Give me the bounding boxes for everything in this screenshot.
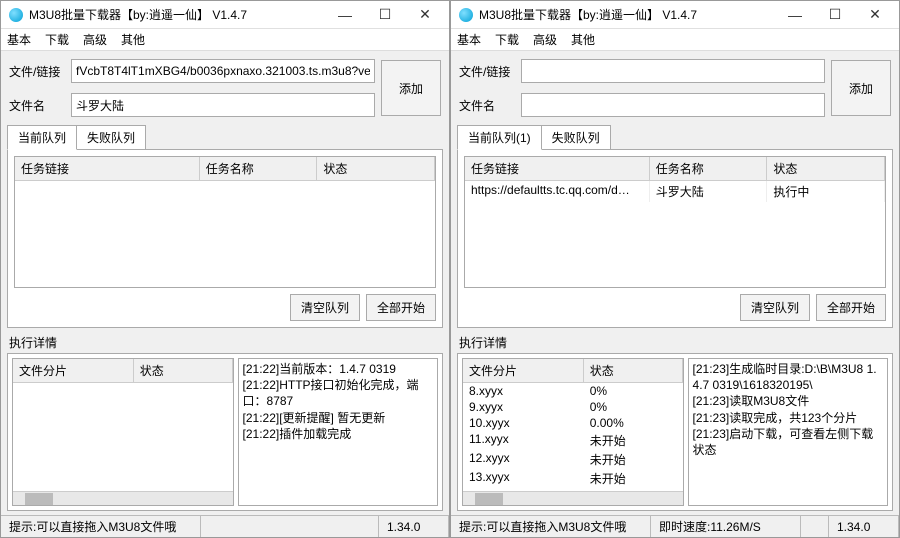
exec-details-label: 执行详情 bbox=[459, 334, 891, 351]
start-all-button[interactable]: 全部开始 bbox=[816, 294, 886, 321]
col-chunk-name: 文件分片 bbox=[463, 359, 584, 383]
chunk-header: 文件分片 状态 bbox=[13, 359, 233, 383]
app-window-left: M3U8批量下载器【by:逍遥一仙】 V1.4.7 — ☐ ✕ 基本 下载 高级… bbox=[0, 0, 450, 538]
col-task-link: 任务链接 bbox=[465, 157, 650, 181]
list-item[interactable]: 9.xyyx0% bbox=[463, 399, 683, 415]
chunk-hscroll[interactable] bbox=[463, 491, 683, 505]
tab-current-queue[interactable]: 当前队列 bbox=[7, 125, 77, 150]
list-item[interactable]: 11.xyyx未开始 bbox=[463, 431, 683, 450]
maximize-button[interactable]: ☐ bbox=[815, 1, 855, 29]
status-version: 1.34.0 bbox=[829, 516, 899, 537]
link-input[interactable] bbox=[521, 59, 825, 83]
col-task-name: 任务名称 bbox=[650, 157, 768, 181]
menu-basic[interactable]: 基本 bbox=[7, 31, 31, 48]
log-output: [21:23]生成临时目录:D:\B\M3U8 1.4.7 0319\16183… bbox=[688, 358, 888, 506]
close-button[interactable]: ✕ bbox=[405, 1, 445, 29]
menu-download[interactable]: 下载 bbox=[495, 31, 519, 48]
add-button[interactable]: 添加 bbox=[831, 60, 891, 116]
window-title: M3U8批量下载器【by:逍遥一仙】 V1.4.7 bbox=[29, 6, 325, 23]
close-button[interactable]: ✕ bbox=[855, 1, 895, 29]
status-hint: 提示:可以直接拖入M3U8文件哦 bbox=[451, 516, 651, 537]
filename-input[interactable] bbox=[521, 93, 825, 117]
add-button[interactable]: 添加 bbox=[381, 60, 441, 116]
menubar: 基本 下载 高级 其他 bbox=[1, 29, 449, 51]
exec-panel: 文件分片 状态 [21:22]当前版本：1.4.7 0319 [21:22]HT… bbox=[7, 353, 443, 511]
list-item[interactable]: 10.xyyx0.00% bbox=[463, 415, 683, 431]
list-item[interactable]: 8.xyyx0% bbox=[463, 383, 683, 399]
input-form: 文件/链接 添加 文件名 bbox=[451, 51, 899, 123]
col-chunk-status: 状态 bbox=[134, 359, 233, 383]
chunk-rows-left bbox=[13, 383, 233, 491]
queue-tabs: 当前队列(1) 失败队列 bbox=[451, 125, 899, 150]
chunk-grid[interactable]: 文件分片 状态 bbox=[12, 358, 234, 506]
menubar: 基本 下载 高级 其他 bbox=[451, 29, 899, 51]
statusbar: 提示:可以直接拖入M3U8文件哦 1.34.0 bbox=[1, 515, 449, 537]
queue-grid[interactable]: 任务链接 任务名称 状态 bbox=[14, 156, 436, 288]
queue-panel: 任务链接 任务名称 状态 https://defaultts.tc.qq.com… bbox=[457, 149, 893, 328]
queue-panel: 任务链接 任务名称 状态 清空队列 全部开始 bbox=[7, 149, 443, 328]
status-version: 1.34.0 bbox=[379, 516, 449, 537]
link-label: 文件/链接 bbox=[9, 63, 65, 80]
app-window-right: M3U8批量下载器【by:逍遥一仙】 V1.4.7 — ☐ ✕ 基本 下载 高级… bbox=[450, 0, 900, 538]
queue-buttons: 清空队列 全部开始 bbox=[14, 294, 436, 321]
queue-header: 任务链接 任务名称 状态 bbox=[465, 157, 885, 181]
link-label: 文件/链接 bbox=[459, 63, 515, 80]
clear-queue-button[interactable]: 清空队列 bbox=[290, 294, 360, 321]
chunk-hscroll[interactable] bbox=[13, 491, 233, 505]
minimize-button[interactable]: — bbox=[775, 1, 815, 29]
status-hint: 提示:可以直接拖入M3U8文件哦 bbox=[1, 516, 201, 537]
titlebar: M3U8批量下载器【by:逍遥一仙】 V1.4.7 — ☐ ✕ bbox=[1, 1, 449, 29]
minimize-button[interactable]: — bbox=[325, 1, 365, 29]
input-form: 文件/链接 添加 文件名 bbox=[1, 51, 449, 123]
menu-advanced[interactable]: 高级 bbox=[83, 31, 107, 48]
start-all-button[interactable]: 全部开始 bbox=[366, 294, 436, 321]
list-item[interactable]: 12.xyyx未开始 bbox=[463, 450, 683, 469]
clear-queue-button[interactable]: 清空队列 bbox=[740, 294, 810, 321]
titlebar: M3U8批量下载器【by:逍遥一仙】 V1.4.7 — ☐ ✕ bbox=[451, 1, 899, 29]
menu-other[interactable]: 其他 bbox=[571, 31, 595, 48]
menu-download[interactable]: 下载 bbox=[45, 31, 69, 48]
app-icon bbox=[9, 8, 23, 22]
col-task-status: 状态 bbox=[317, 157, 435, 181]
col-task-name: 任务名称 bbox=[200, 157, 318, 181]
queue-header: 任务链接 任务名称 状态 bbox=[15, 157, 435, 181]
queue-buttons: 清空队列 全部开始 bbox=[464, 294, 886, 321]
app-icon bbox=[459, 8, 473, 22]
menu-basic[interactable]: 基本 bbox=[457, 31, 481, 48]
tab-failed-queue[interactable]: 失败队列 bbox=[541, 125, 611, 150]
queue-rows-right: https://defaultts.tc.qq.com/d…斗罗大陆执行中 bbox=[465, 181, 885, 202]
exec-panel: 文件分片 状态 8.xyyx0%9.xyyx0%10.xyyx0.00%11.x… bbox=[457, 353, 893, 511]
menu-other[interactable]: 其他 bbox=[121, 31, 145, 48]
table-row[interactable]: https://defaultts.tc.qq.com/d…斗罗大陆执行中 bbox=[465, 181, 885, 202]
status-speed: 即时速度:11.26M/S bbox=[651, 516, 801, 537]
filename-label: 文件名 bbox=[9, 97, 65, 114]
status-speed bbox=[201, 516, 379, 537]
statusbar: 提示:可以直接拖入M3U8文件哦 即时速度:11.26M/S 1.34.0 bbox=[451, 515, 899, 537]
col-task-link: 任务链接 bbox=[15, 157, 200, 181]
list-item[interactable]: 13.xyyx未开始 bbox=[463, 469, 683, 488]
col-task-status: 状态 bbox=[767, 157, 885, 181]
tab-current-queue[interactable]: 当前队列(1) bbox=[457, 125, 542, 150]
col-chunk-name: 文件分片 bbox=[13, 359, 134, 383]
tab-failed-queue[interactable]: 失败队列 bbox=[76, 125, 146, 150]
menu-advanced[interactable]: 高级 bbox=[533, 31, 557, 48]
status-spacer bbox=[801, 516, 829, 537]
queue-grid[interactable]: 任务链接 任务名称 状态 https://defaultts.tc.qq.com… bbox=[464, 156, 886, 288]
queue-tabs: 当前队列 失败队列 bbox=[1, 125, 449, 150]
filename-input[interactable] bbox=[71, 93, 375, 117]
window-title: M3U8批量下载器【by:逍遥一仙】 V1.4.7 bbox=[479, 6, 775, 23]
chunk-grid[interactable]: 文件分片 状态 8.xyyx0%9.xyyx0%10.xyyx0.00%11.x… bbox=[462, 358, 684, 506]
filename-label: 文件名 bbox=[459, 97, 515, 114]
col-chunk-status: 状态 bbox=[584, 359, 683, 383]
chunk-rows-right: 8.xyyx0%9.xyyx0%10.xyyx0.00%11.xyyx未开始12… bbox=[463, 383, 683, 491]
link-input[interactable] bbox=[71, 59, 375, 83]
log-output: [21:22]当前版本：1.4.7 0319 [21:22]HTTP接口初始化完… bbox=[238, 358, 438, 506]
chunk-header: 文件分片 状态 bbox=[463, 359, 683, 383]
maximize-button[interactable]: ☐ bbox=[365, 1, 405, 29]
exec-details-label: 执行详情 bbox=[9, 334, 441, 351]
